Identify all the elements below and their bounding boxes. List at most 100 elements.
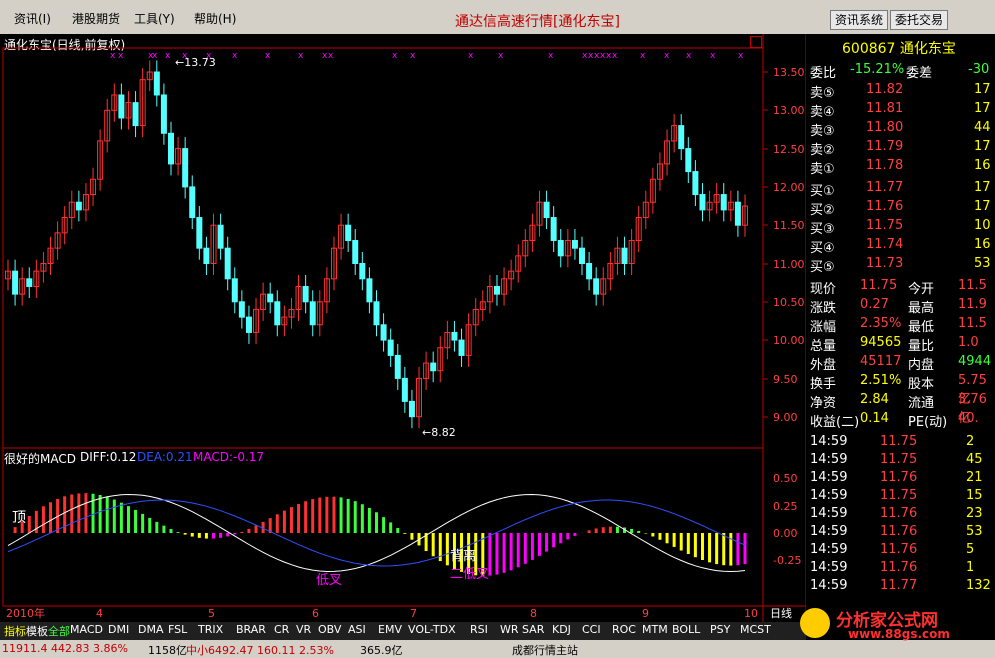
tab-fsl[interactable]: FSL: [168, 623, 187, 636]
bid-price: 11.75: [866, 218, 904, 233]
tick-row: 14:59 11.76 21: [808, 470, 995, 488]
price-tick-label: 9.50: [773, 373, 798, 386]
bid-price: 11.76: [866, 199, 904, 214]
candle-body: [274, 301, 281, 326]
tab-sar[interactable]: SAR: [522, 623, 544, 636]
tick-volume: 45: [966, 452, 983, 467]
candle-body: [720, 194, 727, 211]
tab-asi[interactable]: ASI: [348, 623, 366, 636]
stock-code: 600867: [842, 41, 896, 57]
tab-rsi[interactable]: RSI: [470, 623, 488, 636]
candle-body: [586, 263, 593, 280]
candle-body: [430, 362, 437, 372]
weibi-value: -15.21%: [850, 62, 905, 77]
macd-tick-label: 0.00: [773, 527, 798, 540]
signal-marker: x: [548, 51, 554, 61]
macd-diff: DIFF:0.12: [80, 450, 137, 464]
stat-value: 94565: [860, 335, 902, 350]
signal-marker: x: [392, 51, 398, 61]
tab-cr[interactable]: CR: [274, 623, 289, 636]
candle-body: [182, 148, 189, 188]
tab-dma[interactable]: DMA: [138, 623, 164, 636]
tab-vol-tdx[interactable]: VOL-TDX: [408, 623, 456, 636]
status-site: 成都行情主站: [512, 644, 578, 657]
stock-code-name: 600867 通化东宝: [842, 38, 956, 58]
low-label: ←8.82: [422, 426, 456, 439]
tab-emv[interactable]: EMV: [378, 623, 402, 636]
signal-marker: x: [182, 51, 188, 61]
candle-body: [451, 331, 458, 341]
tab-全部[interactable]: 全部: [48, 623, 70, 639]
candle-body: [493, 285, 500, 295]
tab-mtm[interactable]: MTM: [642, 623, 668, 636]
candle-body: [217, 224, 224, 249]
stat-label: 外盘: [810, 358, 837, 373]
price-tick-label: 11.00: [773, 258, 805, 271]
signal-marker: x: [110, 51, 116, 61]
candle-body: [408, 400, 415, 418]
candle-body: [26, 278, 33, 287]
tick-time: 14:59: [810, 434, 848, 449]
annotation-second-low-cross: 二低叉: [450, 567, 489, 582]
stat-row: 收益(二) 0.14 PE(动) 40.: [808, 411, 995, 430]
stat-value: 0.14: [860, 411, 889, 426]
stat-value: 0.27: [860, 297, 889, 312]
tab-dmi[interactable]: DMI: [108, 623, 129, 636]
ask-volume: 17: [974, 82, 991, 97]
stat-label: 量比: [908, 339, 935, 354]
tick-volume: 2: [966, 434, 975, 449]
bid-label: 买③: [810, 222, 835, 237]
candle-body: [692, 171, 699, 196]
tab-brar[interactable]: BRAR: [236, 623, 266, 636]
stat-row: 现价 11.75 今开 11.5: [808, 278, 995, 297]
tab-kdj[interactable]: KDJ: [552, 623, 571, 636]
candle-body: [352, 240, 359, 265]
bid-label: 买④: [810, 241, 835, 256]
bid-row: 买② 11.76 17: [808, 199, 995, 218]
period-label: 日线: [770, 606, 792, 620]
tick-row: 14:59 11.76 23: [808, 506, 995, 524]
candle-body: [118, 94, 125, 119]
macd-dea: DEA:0.21: [137, 450, 193, 464]
bid-row: 买④ 11.74 16: [808, 237, 995, 256]
trade-button[interactable]: 委托交易: [890, 10, 949, 30]
date-label: 7: [410, 607, 417, 620]
signal-marker: x: [118, 51, 124, 61]
ask-price: 11.80: [866, 120, 904, 135]
tick-time: 14:59: [810, 524, 848, 539]
tab-obv[interactable]: OBV: [318, 623, 341, 636]
tab-roc[interactable]: ROC: [612, 623, 636, 636]
tab-模板[interactable]: 模板: [26, 623, 48, 639]
tab-macd[interactable]: MACD: [70, 623, 103, 636]
tab-wr[interactable]: WR: [500, 623, 519, 636]
candle-body: [160, 94, 167, 134]
status-amount: 1158亿: [148, 644, 187, 657]
tab-boll[interactable]: BOLL: [672, 623, 700, 636]
ask-label: 卖①: [810, 162, 835, 177]
weicha-label: 委差: [906, 66, 933, 81]
candle-body: [734, 201, 741, 226]
annotation-top: 顶: [12, 510, 26, 526]
macd-tick-label: 0.25: [773, 500, 798, 513]
tab-vr[interactable]: VR: [296, 623, 311, 636]
tab-mcst[interactable]: MCST: [740, 623, 771, 636]
tab-指标[interactable]: 指标: [4, 623, 26, 639]
tab-cci[interactable]: CCI: [582, 623, 601, 636]
ask-volume: 44: [974, 120, 991, 135]
date-label: 2010年: [6, 606, 45, 620]
stat-label: PE(动): [908, 415, 948, 430]
tab-psy[interactable]: PSY: [710, 623, 730, 636]
bid-price: 11.77: [866, 180, 904, 195]
news-system-button[interactable]: 资讯系统: [830, 10, 889, 30]
stat-value: 2.35%: [860, 316, 902, 331]
candle-body: [189, 186, 196, 219]
candle-body: [267, 293, 274, 303]
tab-trix[interactable]: TRIX: [198, 623, 223, 636]
ask-price: 11.81: [866, 101, 904, 116]
price-chart[interactable]: 13.50 13.00 12.50 12.00 11.50 11.00 10.50 10.00…: [0, 0, 806, 622]
stat-row: 涨跌 0.27 最高 11.9: [808, 297, 995, 316]
stat-value: 45117: [860, 354, 902, 369]
bid-volume: 17: [974, 180, 991, 195]
date-label: 9: [642, 607, 649, 620]
date-label: 10: [744, 607, 758, 620]
